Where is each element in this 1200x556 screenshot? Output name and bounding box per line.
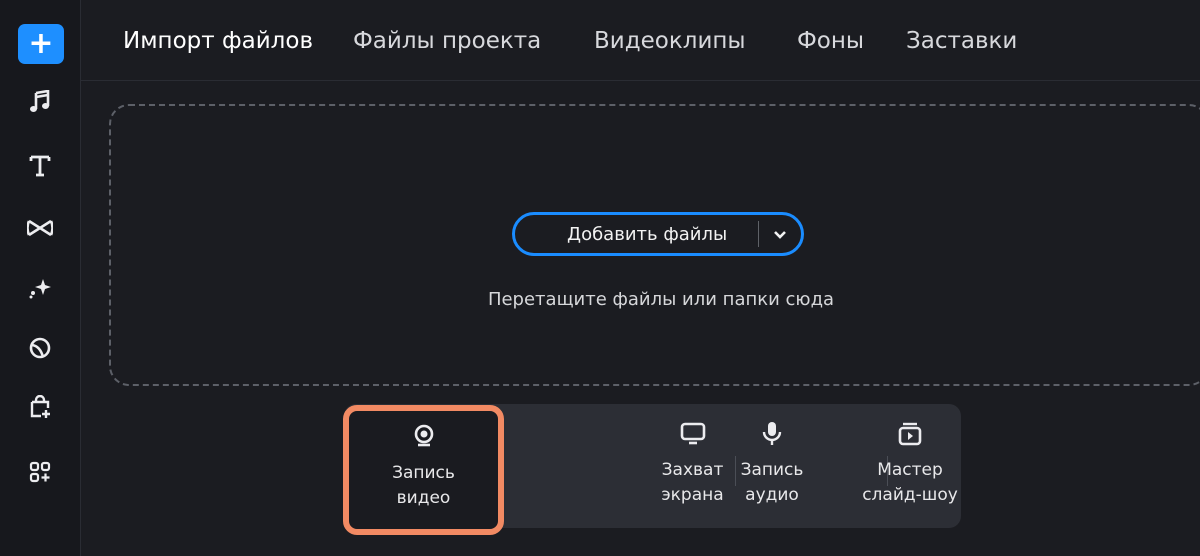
music-icon[interactable] bbox=[20, 82, 60, 122]
tab-project-files[interactable]: Файлы проекта bbox=[353, 28, 541, 54]
effects-icon[interactable] bbox=[20, 268, 60, 308]
text-icon[interactable] bbox=[20, 146, 60, 186]
sidebar: + bbox=[0, 0, 81, 556]
drop-hint-text: Перетащите файлы или папки сюда bbox=[487, 289, 835, 310]
drop-zone[interactable]: Добавить файлы Перетащите файлы или папк… bbox=[109, 104, 1200, 386]
store-icon[interactable] bbox=[20, 388, 60, 428]
microphone-icon bbox=[758, 420, 786, 448]
audio-record-label-1: Запись bbox=[740, 460, 804, 480]
video-record-button[interactable]: Запись видео bbox=[343, 405, 504, 535]
tab-bar: Импорт файлов Файлы проекта Видеоклипы Ф… bbox=[81, 0, 1200, 81]
transitions-icon[interactable] bbox=[20, 208, 60, 248]
slideshow-wizard-label-1: Мастер bbox=[877, 460, 943, 480]
app-window: + Импорт файлов Файлы проекта Видеоклипы… bbox=[0, 0, 1200, 556]
video-record-label-1: Запись bbox=[392, 463, 455, 483]
tab-backgrounds[interactable]: Фоны bbox=[797, 28, 864, 54]
video-record-label-2: видео bbox=[396, 488, 451, 508]
tab-import-files[interactable]: Импорт файлов bbox=[123, 28, 313, 54]
add-button[interactable]: + bbox=[18, 24, 64, 64]
tab-intros[interactable]: Заставки bbox=[906, 28, 1017, 54]
main-panel: Импорт файлов Файлы проекта Видеоклипы Ф… bbox=[81, 0, 1200, 556]
audio-record-label-2: аудио bbox=[745, 485, 799, 505]
video-record-content: Запись видео bbox=[349, 405, 498, 529]
tab-video-clips[interactable]: Видеоклипы bbox=[594, 28, 746, 54]
slideshow-icon bbox=[896, 420, 924, 448]
plus-icon: + bbox=[28, 26, 54, 61]
stickers-icon[interactable] bbox=[20, 328, 60, 368]
add-files-divider bbox=[758, 221, 759, 247]
chevron-down-icon[interactable] bbox=[769, 224, 791, 246]
add-files-label: Добавить файлы bbox=[567, 224, 728, 245]
more-icon[interactable] bbox=[20, 452, 60, 492]
add-files-button[interactable]: Добавить файлы bbox=[512, 212, 804, 256]
slideshow-wizard-button[interactable]: Мастер слайд-шоу bbox=[822, 404, 998, 528]
slideshow-wizard-label-2: слайд-шоу bbox=[862, 485, 958, 505]
webcam-icon bbox=[410, 423, 438, 451]
